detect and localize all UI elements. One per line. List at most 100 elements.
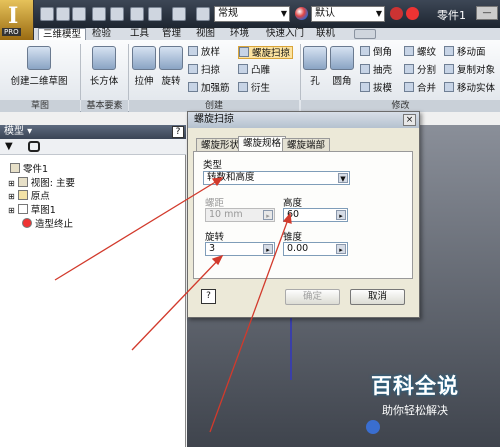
box-primitive-button[interactable]: 长方体 xyxy=(84,46,124,87)
application-button[interactable]: I PRO xyxy=(0,0,34,40)
chevron-down-icon: ▼ xyxy=(375,9,382,18)
cancel-button[interactable]: 取消 xyxy=(350,289,405,305)
rib-button[interactable]: 加强筋 xyxy=(188,82,230,95)
watermark-subtitle: 助你轻松解决 xyxy=(382,404,448,417)
adjust-icon[interactable] xyxy=(406,7,419,20)
open-file-icon[interactable] xyxy=(56,7,70,21)
chevron-right-icon: ▸ xyxy=(263,244,273,254)
close-icon[interactable]: × xyxy=(403,114,416,126)
model-browser-header[interactable]: 模型 ▾ xyxy=(0,125,186,139)
derive-button[interactable]: 衍生 xyxy=(238,82,270,95)
tab-coil-size[interactable]: 螺旋规格 xyxy=(238,136,287,152)
watermark-logo: 百科全说 助你轻松解决 xyxy=(340,370,490,430)
appearance-combo[interactable]: 默认 ▼ xyxy=(311,6,385,22)
create-2d-sketch-button[interactable]: 创建二维草图 xyxy=(6,46,72,87)
select-icon[interactable] xyxy=(148,7,162,21)
hole-button[interactable]: 孔 xyxy=(303,46,327,87)
window-minimize-button[interactable]: — xyxy=(476,6,498,20)
tree-item-part[interactable]: 零件1 xyxy=(10,163,48,176)
revolve-icon xyxy=(159,46,183,70)
height-input[interactable]: 60 ▸ xyxy=(283,208,348,222)
tree-item-end-of-part[interactable]: 造型终止 xyxy=(22,218,73,231)
tab-view[interactable]: 视图 xyxy=(192,28,219,40)
material-icon[interactable] xyxy=(196,7,210,21)
tab-getting-started[interactable]: 快速入门 xyxy=(262,28,308,40)
sketch-icon xyxy=(17,204,28,214)
ribbon-toggle-icon[interactable] xyxy=(354,29,376,39)
rib-icon xyxy=(188,82,198,92)
tree-item-origin[interactable]: ⊞ 原点 xyxy=(8,190,50,203)
chamfer-icon xyxy=(360,46,370,56)
draft-icon xyxy=(360,82,370,92)
tab-tools[interactable]: 工具 xyxy=(126,28,153,40)
loft-button[interactable]: 放样 xyxy=(188,46,220,59)
tab-coil-shape[interactable]: 螺旋形状 xyxy=(196,138,245,152)
taper-label: 锥度 xyxy=(283,232,303,243)
taper-input[interactable]: 0.00 ▸ xyxy=(283,242,348,256)
style-combo[interactable]: 常规 ▼ xyxy=(214,6,290,22)
tree-item-sketch[interactable]: ⊞ 草图1 xyxy=(8,204,56,217)
split-button[interactable]: 分割 xyxy=(404,64,436,77)
new-file-icon[interactable] xyxy=(40,7,54,21)
extrude-icon xyxy=(132,46,156,70)
pitch-input: 10 mm ▸ xyxy=(205,208,275,222)
coil-button[interactable]: 螺旋扫掠 xyxy=(238,46,294,59)
divider xyxy=(128,44,129,100)
sweep-button[interactable]: 扫掠 xyxy=(188,64,220,77)
chevron-down-icon: ▼ xyxy=(338,173,348,183)
help-button[interactable]: ? xyxy=(172,126,184,138)
chevron-right-icon: ▸ xyxy=(263,210,273,220)
move-body-button[interactable]: 移动实体 xyxy=(444,82,495,95)
view-icon xyxy=(17,177,28,187)
end-of-part-icon xyxy=(22,218,32,228)
hole-icon xyxy=(303,46,327,70)
tab-coil-ends[interactable]: 螺旋端部 xyxy=(282,138,331,152)
extrude-button[interactable]: 拉伸 xyxy=(131,46,157,87)
divider xyxy=(80,44,81,100)
folder-icon xyxy=(17,190,28,200)
undo-icon[interactable] xyxy=(92,7,106,21)
update-icon[interactable] xyxy=(172,7,186,21)
thread-button[interactable]: 螺纹 xyxy=(404,46,436,59)
tab-3d-model[interactable]: 三维模型 xyxy=(38,28,87,40)
redo-icon[interactable] xyxy=(110,7,124,21)
filter-icon[interactable]: ▼ xyxy=(5,141,13,152)
fillet-button[interactable]: 圆角 xyxy=(329,46,355,87)
loft-icon xyxy=(188,46,198,56)
help-button[interactable]: ? xyxy=(201,289,216,304)
emboss-button[interactable]: 凸雕 xyxy=(238,64,270,77)
document-title: 零件1 xyxy=(437,9,466,22)
watermark-title: 百科全说 xyxy=(371,374,459,398)
clear-appearance-icon[interactable] xyxy=(390,7,403,20)
chamfer-button[interactable]: 倒角 xyxy=(360,46,392,59)
coil-icon xyxy=(239,47,249,57)
thread-icon xyxy=(404,46,414,56)
sketch-icon xyxy=(27,46,51,70)
move-face-button[interactable]: 移动面 xyxy=(444,46,486,59)
tab-online[interactable]: 联机 xyxy=(312,28,339,40)
type-select[interactable]: 转数和高度 ▼ xyxy=(203,171,350,185)
type-label: 类型 xyxy=(203,160,223,171)
shell-button[interactable]: 抽壳 xyxy=(360,64,392,77)
home-icon[interactable] xyxy=(130,7,144,21)
box-icon xyxy=(92,46,116,70)
chevron-down-icon: ▼ xyxy=(280,9,287,18)
combine-button[interactable]: 合并 xyxy=(404,82,436,95)
draft-button[interactable]: 拔模 xyxy=(360,82,392,95)
copy-object-button[interactable]: 复制对象 xyxy=(444,64,495,77)
tab-manage[interactable]: 管理 xyxy=(158,28,185,40)
fillet-icon xyxy=(330,46,354,70)
tab-environment[interactable]: 环境 xyxy=(226,28,253,40)
revolve-button[interactable]: 旋转 xyxy=(158,46,184,87)
tab-inspect[interactable]: 检验 xyxy=(88,28,115,40)
sketch-group-title: 草图 xyxy=(0,100,80,112)
pitch-label: 螺距 xyxy=(205,198,225,209)
ok-button[interactable]: 确定 xyxy=(285,289,340,305)
revolution-label: 旋转 xyxy=(205,232,225,243)
tree-item-view[interactable]: ⊞ 视图: 主要 xyxy=(8,177,75,190)
save-icon[interactable] xyxy=(72,7,86,21)
find-icon[interactable] xyxy=(28,141,40,152)
helix-axis-line xyxy=(290,310,292,380)
appearance-ball-icon xyxy=(295,7,308,20)
revolution-input[interactable]: 3 ▸ xyxy=(205,242,275,256)
